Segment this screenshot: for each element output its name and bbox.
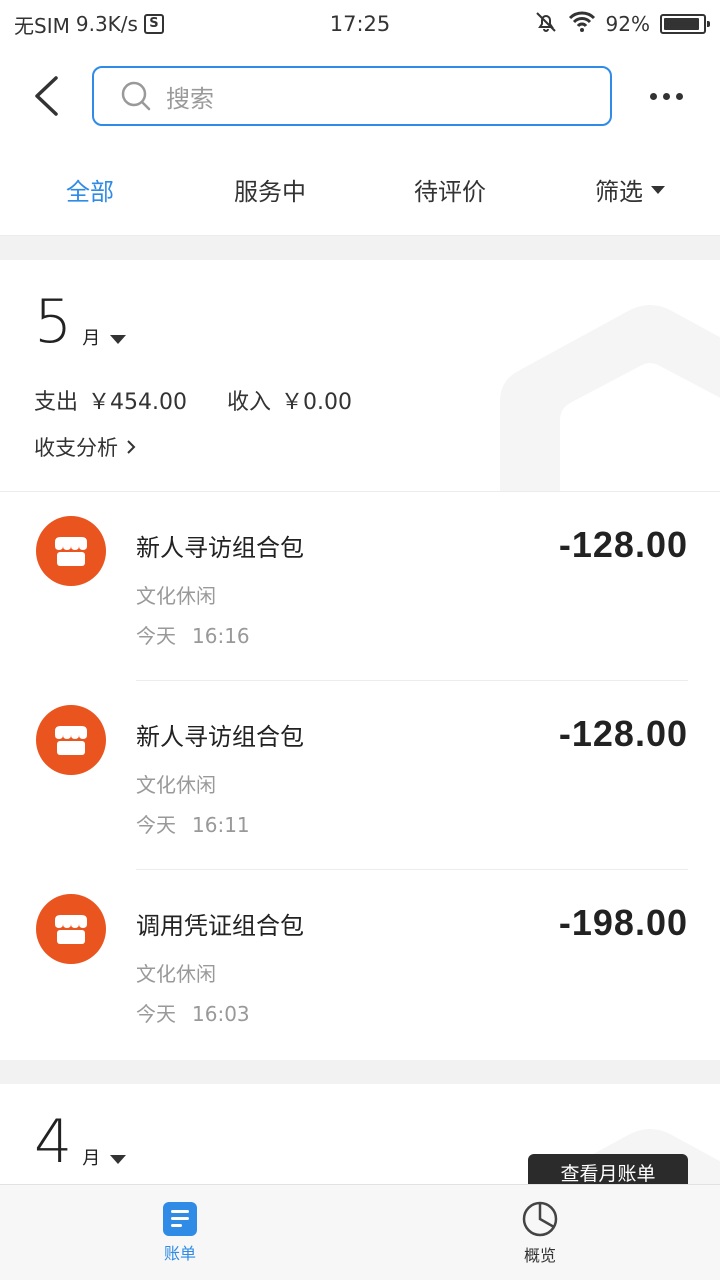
tab-in-service[interactable]: 服务中 bbox=[180, 172, 360, 207]
transaction-clock: 16:03 bbox=[192, 1002, 250, 1026]
more-options-button[interactable] bbox=[612, 48, 720, 144]
month-totals: 支出 ￥454.00 收入 ￥0.00 bbox=[34, 384, 352, 416]
transaction-category: 文化休闲 bbox=[136, 962, 216, 986]
search-icon bbox=[121, 81, 151, 111]
month-selector[interactable]: 4 月 bbox=[34, 1107, 127, 1177]
month-unit: 月 bbox=[82, 1148, 101, 1169]
caret-down-icon bbox=[651, 185, 665, 194]
shop-icon bbox=[36, 516, 106, 586]
tab-label: 待评价 bbox=[414, 178, 486, 206]
status-left: 无SIM 9.3K/s S bbox=[14, 10, 254, 39]
tab-filter[interactable]: 筛选 bbox=[540, 172, 720, 207]
month-number: 4 bbox=[34, 1107, 73, 1177]
transaction-title: 调用凭证组合包 bbox=[136, 912, 304, 940]
transaction-title: 新人寻访组合包 bbox=[136, 723, 304, 751]
month-summary: 5 月 支出 ￥454.00 收入 ￥0.00 收支分析 bbox=[0, 260, 720, 492]
expense-label: 支出 bbox=[34, 390, 79, 415]
transaction-list: 新人寻访组合包 文化休闲 今天 16:16 -128.00 新人寻访组合包 文化休… bbox=[0, 492, 720, 1059]
network-speed: 9.3K/s bbox=[75, 12, 138, 36]
pie-chart-icon bbox=[522, 1201, 558, 1236]
transaction-time: 今天 16:16 bbox=[136, 620, 250, 649]
search-placeholder: 搜索 bbox=[166, 84, 214, 113]
transaction-day: 今天 bbox=[136, 1002, 176, 1026]
status-time: 17:25 bbox=[329, 12, 391, 36]
tab-to-review[interactable]: 待评价 bbox=[360, 172, 540, 207]
transaction-row[interactable]: 新人寻访组合包 文化休闲 今天 16:16 -128.00 bbox=[0, 492, 720, 681]
battery-fill bbox=[664, 18, 699, 30]
month-card: 5 月 支出 ￥454.00 收入 ￥0.00 收支分析 新人寻访组合包 文化休闲 … bbox=[0, 260, 720, 1060]
more-dots-icon bbox=[649, 92, 657, 100]
search-input[interactable]: 搜索 bbox=[92, 66, 612, 126]
bill-icon bbox=[163, 1201, 197, 1236]
month-selector[interactable]: 5 月 bbox=[34, 287, 127, 357]
battery-icon bbox=[660, 14, 710, 34]
nav-label: 概览 bbox=[523, 1245, 556, 1265]
transaction-category: 文化休闲 bbox=[136, 773, 216, 797]
income-label: 收入 bbox=[227, 390, 272, 415]
mute-bell-icon bbox=[534, 10, 558, 39]
filter-tabs: 全部 服务中 待评价 筛选 bbox=[0, 144, 720, 236]
transaction-amount: -128.00 bbox=[558, 524, 688, 565]
month-number: 5 bbox=[34, 287, 73, 357]
nav-bill[interactable]: 账单 bbox=[0, 1185, 360, 1280]
expense-value: ￥454.00 bbox=[88, 390, 187, 415]
chevron-left-icon bbox=[35, 76, 58, 116]
view-monthly-bill-button[interactable]: 查看月账单 bbox=[528, 1154, 688, 1184]
expense-summary: 支出 ￥454.00 bbox=[34, 384, 187, 416]
caret-down-icon bbox=[110, 1155, 127, 1164]
status-right: 92% bbox=[466, 10, 710, 39]
back-button[interactable] bbox=[0, 48, 92, 144]
carrier-text: 无SIM bbox=[14, 13, 70, 38]
transaction-category: 文化休闲 bbox=[136, 584, 216, 608]
income-expense-analysis-link[interactable]: 收支分析 bbox=[34, 432, 136, 462]
transaction-day: 今天 bbox=[136, 624, 176, 648]
more-dot bbox=[675, 92, 683, 100]
transaction-amount: -198.00 bbox=[558, 902, 688, 943]
analysis-label: 收支分析 bbox=[34, 436, 118, 460]
caret-down-icon bbox=[110, 335, 127, 344]
chevron-right-icon bbox=[127, 440, 136, 454]
transaction-clock: 16:11 bbox=[192, 813, 250, 837]
wifi-icon bbox=[568, 11, 596, 38]
nav-label: 账单 bbox=[163, 1243, 196, 1263]
tab-label: 全部 bbox=[66, 178, 114, 206]
more-dot bbox=[662, 92, 670, 100]
transaction-row[interactable]: 新人寻访组合包 文化休闲 今天 16:11 -128.00 bbox=[0, 681, 720, 870]
transaction-title: 新人寻访组合包 bbox=[136, 534, 304, 562]
transaction-amount: -128.00 bbox=[558, 713, 688, 754]
shop-icon bbox=[36, 894, 106, 964]
tab-label: 服务中 bbox=[234, 178, 306, 206]
house-watermark-icon bbox=[500, 305, 720, 491]
header: 搜索 bbox=[0, 48, 720, 144]
transaction-row[interactable]: 调用凭证组合包 文化休闲 今天 16:03 -198.00 bbox=[0, 870, 720, 1059]
nav-overview[interactable]: 概览 bbox=[360, 1185, 720, 1280]
transaction-day: 今天 bbox=[136, 813, 176, 837]
income-summary: 收入 ￥0.00 bbox=[227, 384, 352, 416]
transaction-time: 今天 16:11 bbox=[136, 809, 250, 838]
tab-all[interactable]: 全部 bbox=[0, 172, 180, 207]
tab-label: 筛选 bbox=[595, 178, 643, 206]
status-bar: 无SIM 9.3K/s S 17:25 92% bbox=[0, 0, 720, 48]
month-unit: 月 bbox=[82, 328, 101, 349]
month-card-april: 4 月 查看月账单 bbox=[0, 1084, 720, 1184]
transaction-time: 今天 16:03 bbox=[136, 998, 250, 1027]
transaction-clock: 16:16 bbox=[192, 624, 250, 648]
income-value: ￥0.00 bbox=[281, 390, 353, 415]
bottom-nav: 账单 概览 bbox=[0, 1184, 720, 1280]
shop-icon bbox=[36, 705, 106, 775]
battery-percent: 92% bbox=[605, 12, 650, 36]
s-badge-icon: S bbox=[143, 14, 164, 34]
